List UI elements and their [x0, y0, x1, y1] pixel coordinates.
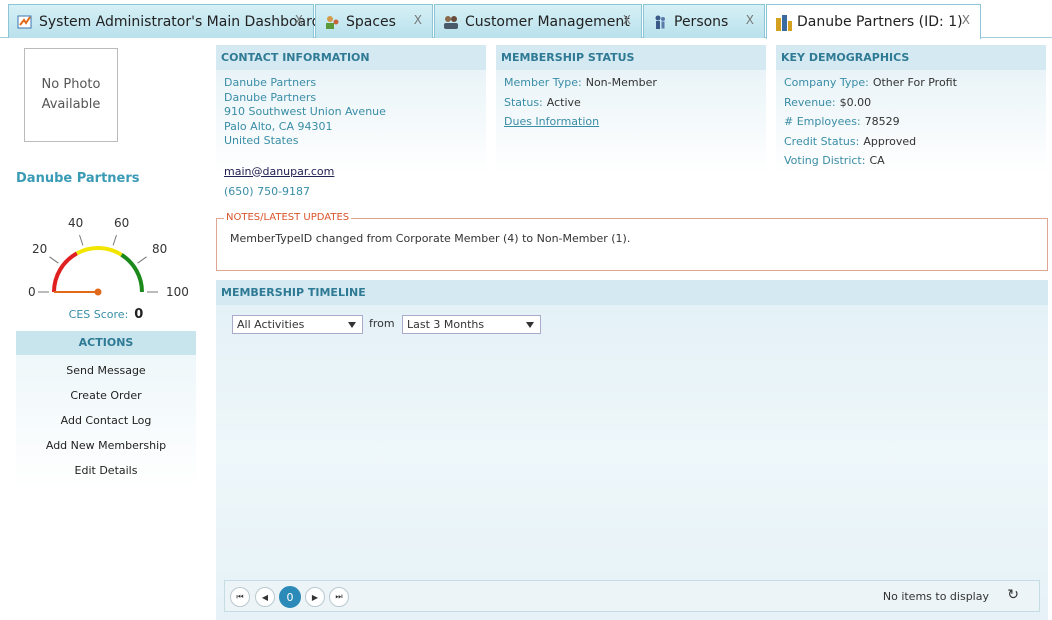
dashboard-icon — [17, 14, 33, 30]
member-type-value: Non-Member — [585, 76, 657, 89]
demographic-label: Voting District: — [784, 154, 866, 167]
actions-list: Send Message Create Order Add Contact Lo… — [16, 355, 196, 490]
refresh-icon[interactable]: ↻ — [1007, 587, 1019, 603]
timeline-title: MEMBERSHIP TIMELINE — [216, 280, 1048, 305]
close-icon[interactable]: X — [414, 13, 422, 27]
close-icon[interactable]: X — [295, 13, 303, 27]
ces-score-label: CES Score: — [68, 308, 129, 321]
activity-filter-dropdown[interactable]: All Activities — [232, 315, 363, 334]
gauge-tick-label: 80 — [152, 242, 167, 256]
tab-label: Danube Partners (ID: 1) — [797, 14, 963, 30]
organization-icon — [775, 14, 792, 31]
gauge-low-segment — [52, 251, 78, 293]
previous-page-icon[interactable]: ◀ — [255, 587, 275, 607]
notes-text: MemberTypeID changed from Corporate Memb… — [230, 232, 631, 245]
chevron-down-icon — [348, 322, 356, 328]
close-icon[interactable]: X — [623, 13, 631, 27]
date-range-value: Last 3 Months — [407, 318, 485, 331]
gauge-high-segment — [120, 253, 144, 293]
gauge-tick-label: 40 — [68, 216, 83, 230]
tab-label: Persons — [674, 13, 729, 30]
actions-header: ACTIONS — [16, 331, 196, 355]
contact-email-link[interactable]: main@danupar.com — [224, 165, 334, 178]
activity-filter-value: All Activities — [237, 318, 305, 331]
contact-information-panel: CONTACT INFORMATION Danube Partners Danu… — [216, 45, 486, 198]
tab-label: Spaces — [346, 13, 396, 30]
last-page-icon[interactable]: ⏭ — [329, 587, 349, 607]
contact-country: United States — [224, 134, 299, 147]
contact-address: 910 Southwest Union Avenue — [224, 105, 386, 118]
timeline-pager: ⏮ ◀ 0 ▶ ⏭ No items to display ↻ — [224, 580, 1040, 612]
pager-info: No items to display — [882, 590, 989, 603]
profile-photo-placeholder: No Photo Available — [24, 48, 118, 142]
tab-label: System Administrator's Main Dashboard — [39, 13, 321, 30]
status-label: Status: — [504, 95, 543, 109]
send-message-action[interactable]: Send Message — [16, 358, 196, 383]
demographic-label: Company Type: — [784, 76, 869, 89]
gauge-tick-label: 20 — [32, 242, 47, 256]
demographic-label: Revenue: — [784, 95, 836, 109]
tab-bar: System Administrator's Main Dashboard X … — [0, 0, 1052, 39]
tab-label: Customer Management — [465, 13, 630, 30]
key-demographics-panel: KEY DEMOGRAPHICS Company Type: Other For … — [776, 45, 1046, 197]
date-range-dropdown[interactable]: Last 3 Months — [402, 315, 541, 334]
contact-line: Danube Partners — [224, 90, 317, 104]
tab-spaces[interactable]: Spaces X — [315, 4, 433, 38]
ces-score-value: 0 — [134, 307, 144, 322]
edit-details-action[interactable]: Edit Details — [16, 458, 196, 483]
customers-icon — [443, 14, 459, 30]
status-value: Active — [546, 95, 581, 109]
create-order-action[interactable]: Create Order — [16, 383, 196, 408]
current-page-number[interactable]: 0 — [279, 586, 301, 608]
contact-city: Palo Alto, CA 94301 — [224, 119, 333, 133]
gauge-tick-label: 100 — [166, 285, 189, 299]
ces-gauge: 0 20 40 60 80 100 — [28, 216, 189, 299]
contact-phone: (650) 750-9187 — [224, 185, 311, 198]
notes-box: NOTES/LATEST UPDATES MemberTypeID change… — [216, 212, 1048, 271]
spaces-icon — [324, 14, 340, 30]
dues-information-link[interactable]: Dues Information — [504, 115, 599, 128]
gauge-tick-label: 60 — [114, 216, 129, 230]
gauge-hub — [94, 288, 102, 296]
membership-timeline: MEMBERSHIP TIMELINE All Activities from … — [216, 280, 1048, 620]
panel-title: MEMBERSHIP STATUS — [496, 45, 766, 70]
demographic-value: 78529 — [864, 115, 900, 128]
persons-icon — [652, 14, 668, 30]
ces-score: CES Score: 0 — [16, 307, 196, 322]
demographic-value: Other For Profit — [872, 76, 957, 89]
contact-line: Danube Partners — [224, 76, 317, 89]
organization-name: Danube Partners — [16, 171, 140, 186]
membership-status-panel: MEMBERSHIP STATUS Member Type: Non-Member… — [496, 45, 766, 197]
first-page-icon[interactable]: ⏮ — [230, 587, 250, 607]
tab-main-dashboard[interactable]: System Administrator's Main Dashboard X — [8, 4, 321, 38]
demographic-label: Credit Status: — [784, 134, 860, 148]
panel-title: KEY DEMOGRAPHICS — [776, 45, 1046, 70]
chevron-down-icon — [526, 322, 534, 328]
next-page-icon[interactable]: ▶ — [305, 587, 325, 607]
gauge-mid-segment — [75, 246, 123, 257]
demographic-label: # Employees: — [784, 115, 861, 128]
member-type-label: Member Type: — [504, 76, 582, 89]
demographic-value: $0.00 — [839, 95, 872, 109]
tab-customer-management[interactable]: Customer Management X — [434, 4, 642, 38]
close-icon[interactable]: X — [746, 13, 754, 27]
close-icon[interactable]: X — [962, 13, 970, 27]
notes-title: NOTES/LATEST UPDATES — [224, 212, 352, 223]
tab-danube-partners[interactable]: Danube Partners (ID: 1) X — [766, 4, 981, 39]
demographic-value: CA — [869, 154, 885, 167]
gauge-tick-label: 0 — [28, 285, 36, 299]
from-label: from — [369, 317, 395, 330]
add-contact-log-action[interactable]: Add Contact Log — [16, 408, 196, 433]
tab-persons[interactable]: Persons X — [643, 4, 765, 38]
panel-title: CONTACT INFORMATION — [216, 45, 486, 70]
no-photo-text: No Photo Available — [41, 77, 101, 112]
demographic-value: Approved — [863, 134, 917, 148]
add-new-membership-action[interactable]: Add New Membership — [16, 433, 196, 458]
